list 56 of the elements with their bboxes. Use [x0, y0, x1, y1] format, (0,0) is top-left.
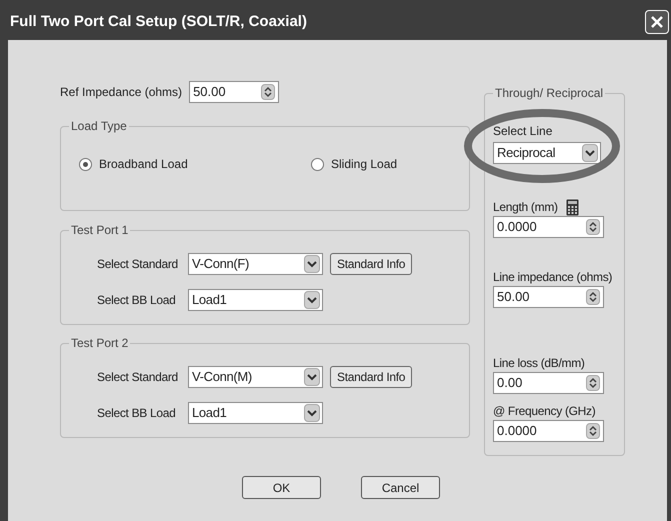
- group-title: Test Port 1: [70, 222, 130, 239]
- up-down-arrows-icon: [264, 86, 272, 98]
- dropdown-button[interactable]: [304, 291, 320, 309]
- chevron-down-icon: [585, 149, 595, 157]
- group-title: Through/ Reciprocal: [494, 85, 604, 102]
- field-label: Select BB Load: [97, 292, 177, 309]
- chevron-down-icon: [307, 373, 317, 381]
- chevron-down-icon: [307, 260, 317, 268]
- chevron-down-icon: [307, 296, 317, 304]
- spinner-field[interactable]: 0.0000: [493, 216, 604, 238]
- up-down-arrows-icon: [589, 377, 597, 389]
- spinner-field[interactable]: 0.00: [493, 372, 604, 394]
- field-label: Select Standard: [97, 256, 179, 273]
- spin-buttons[interactable]: [586, 423, 600, 439]
- chevron-down-icon: [307, 409, 317, 417]
- close-icon: [650, 15, 664, 29]
- up-down-arrows-icon: [589, 221, 597, 233]
- spinner-field[interactable]: 50.00: [493, 286, 604, 308]
- spinner-field[interactable]: 50.00: [189, 81, 280, 103]
- field-label: Line impedance (ohms): [493, 269, 612, 286]
- dropdown-field[interactable]: Load1: [188, 289, 323, 311]
- field-label: Select BB Load: [97, 405, 177, 422]
- radio-button[interactable]: [311, 158, 324, 170]
- radio-option[interactable]: Sliding Load: [311, 155, 398, 173]
- up-down-arrows-icon: [589, 425, 597, 437]
- up-down-arrows-icon: [589, 291, 597, 303]
- dialog-button[interactable]: OK: [242, 476, 321, 499]
- radio-option[interactable]: Broadband Load: [79, 155, 311, 173]
- field-label: Length (mm): [493, 199, 558, 216]
- group-title: Test Port 2: [70, 335, 130, 352]
- dropdown-field[interactable]: V-Conn(F): [188, 253, 323, 275]
- window-title: Full Two Port Cal Setup (SOLT/R, Coaxial): [10, 12, 307, 32]
- spin-buttons[interactable]: [586, 219, 600, 235]
- spin-buttons[interactable]: [261, 84, 276, 100]
- spin-buttons[interactable]: [586, 375, 600, 391]
- close-button[interactable]: [645, 10, 669, 34]
- dropdown-button[interactable]: [582, 144, 598, 162]
- field-label: Ref Impedance (ohms): [60, 84, 182, 101]
- calculator-icon[interactable]: [566, 198, 579, 216]
- radio-button[interactable]: [79, 158, 92, 170]
- dropdown-field[interactable]: Load1: [188, 402, 323, 424]
- dropdown-field[interactable]: V-Conn(M): [188, 366, 323, 388]
- field-label: @ Frequency (GHz): [493, 403, 596, 420]
- dialog-button[interactable]: Cancel: [361, 476, 440, 499]
- standard-info-button[interactable]: Standard Info: [330, 253, 412, 275]
- standard-info-button[interactable]: Standard Info: [330, 366, 412, 388]
- group-title: Load Type: [70, 118, 128, 135]
- field-label: Line loss (dB/mm): [493, 355, 585, 372]
- dropdown-button[interactable]: [304, 404, 320, 422]
- dropdown-button[interactable]: [304, 368, 320, 386]
- spin-buttons[interactable]: [586, 289, 600, 305]
- dropdown-button[interactable]: [304, 255, 320, 273]
- field-label: Select Standard: [97, 369, 179, 386]
- field-label: Select Line: [493, 123, 554, 140]
- dropdown-field[interactable]: Reciprocal: [493, 142, 601, 164]
- spinner-field[interactable]: 0.0000: [493, 420, 604, 442]
